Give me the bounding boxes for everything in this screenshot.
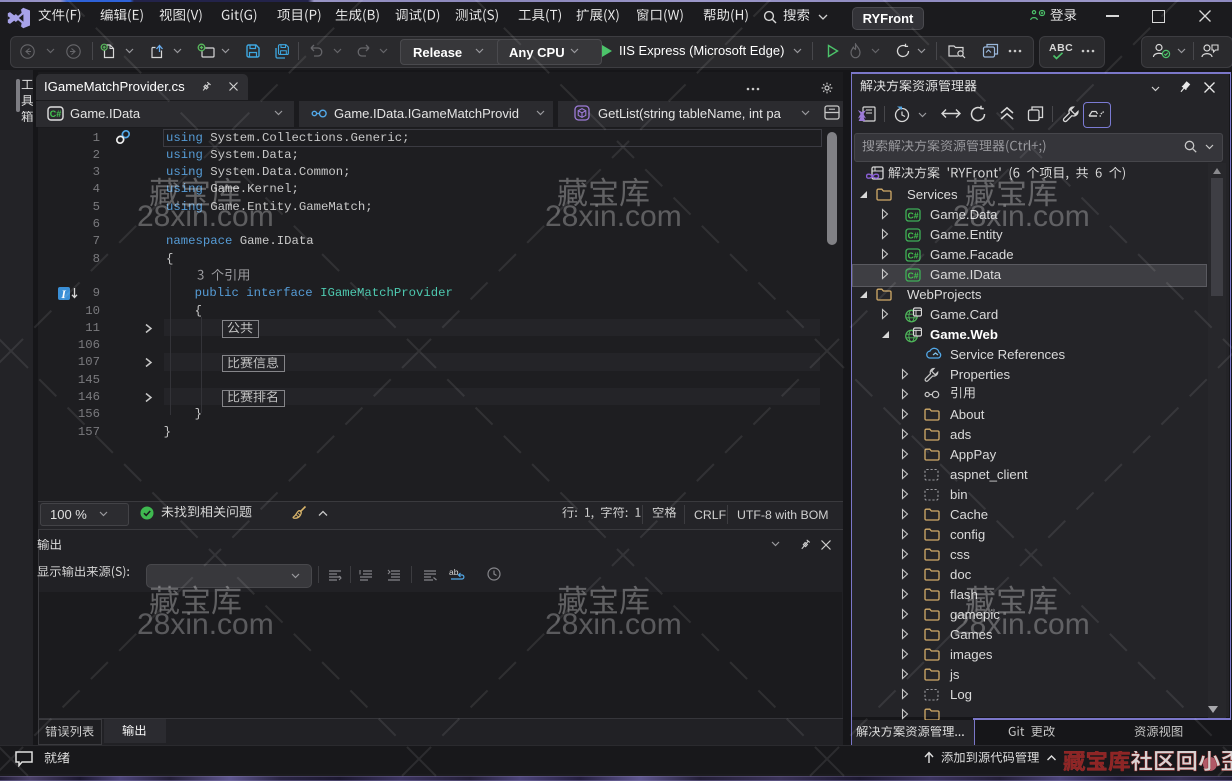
svg-text:C#: C# (908, 270, 919, 280)
svg-text:C#: C# (50, 109, 62, 119)
svg-text:C#: C# (908, 230, 919, 240)
svg-text:I: I (60, 289, 66, 300)
svg-text:C#: C# (908, 210, 919, 220)
svg-text:ab: ab (449, 567, 459, 577)
svg-text:C#: C# (908, 250, 919, 260)
